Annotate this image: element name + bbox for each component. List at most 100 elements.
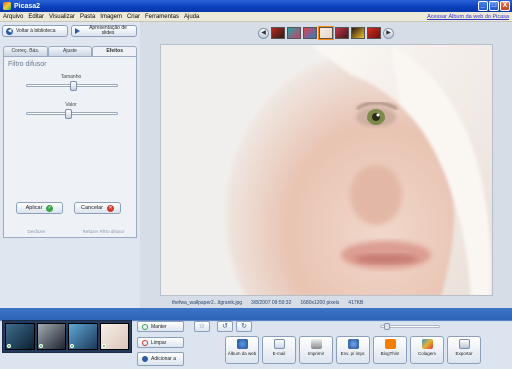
back-to-library-label: Voltar à biblioteca [16, 28, 56, 34]
envelope-icon [273, 339, 285, 349]
apply-button[interactable]: Aplicar ✓ [16, 202, 63, 214]
folder-icon [142, 356, 148, 362]
picasa-icon [3, 2, 11, 10]
amount-slider[interactable] [26, 109, 118, 119]
panel-title: Filtro difusor [8, 61, 47, 68]
close-button[interactable]: X [500, 1, 510, 11]
photo-size: 417KB [348, 300, 364, 306]
menu-editar[interactable]: Editar [28, 14, 44, 20]
web-album-label: Álbum da web [227, 351, 257, 356]
menu-pasta[interactable]: Pasta [80, 14, 95, 20]
blogthis-button[interactable]: BlogThis! [373, 336, 407, 364]
export-button[interactable]: Exportar [447, 336, 481, 364]
edit-tabs: Correç. Bás. Ajuste Efeitos [3, 46, 138, 56]
tab-basic-fixes[interactable]: Correç. Bás. [3, 46, 48, 56]
photo-dimensions: 1680x1200 pixels [300, 300, 340, 306]
zoom-slider-thumb[interactable] [384, 323, 390, 330]
filmstrip-thumb[interactable] [367, 27, 381, 39]
title-bar: Picasa2 _ □ X [0, 0, 512, 12]
add-to-label: Adicionar a [151, 356, 177, 362]
collage-icon [421, 339, 433, 349]
cancel-button[interactable]: Cancelar ✕ [74, 202, 121, 214]
order-prints-icon [347, 339, 359, 349]
rotate-left-icon[interactable]: ↺ [217, 321, 233, 332]
tray-thumb[interactable] [36, 323, 66, 350]
maximize-button[interactable]: □ [489, 1, 499, 11]
hold-button[interactable]: Manter [137, 321, 184, 332]
tab-tuning[interactable]: Ajuste [47, 46, 93, 56]
print-button[interactable]: Imprimir [299, 336, 333, 364]
edit-sidebar: ◀ Voltar à biblioteca Apresentação de sl… [0, 22, 140, 308]
photo-date: 3/8/2007 09:59:32 [251, 300, 292, 306]
right-arrow-icon[interactable]: ▶ [383, 27, 394, 39]
clear-icon [142, 339, 148, 346]
selected-dot-icon [38, 344, 43, 348]
star-icon[interactable]: ☆ [194, 321, 210, 332]
size-slider-thumb[interactable] [69, 81, 77, 91]
selected-dot-icon [101, 344, 106, 348]
menu-visualizar[interactable]: Visualizar [49, 14, 75, 20]
minimize-button[interactable]: _ [478, 1, 488, 11]
cancel-label: Cancelar [80, 205, 103, 211]
size-slider[interactable] [26, 81, 118, 91]
photo-filename: thefwa_wallpaper2...ltgranik.jpg [172, 300, 243, 306]
printer-icon [310, 339, 322, 349]
order-prints-button[interactable]: Env. p/ impr. [336, 336, 370, 364]
web-album-link[interactable]: Acessar Álbum da web do Picasa [427, 14, 509, 20]
tray-thumb[interactable] [99, 323, 129, 350]
filmstrip: ◀ ▶ [258, 26, 394, 40]
menu-imagem[interactable]: Imagem [100, 14, 122, 20]
soft-focus-panel: Filtro difusor Tamanho Valor Aplicar ✓ C… [3, 56, 137, 238]
print-label: Imprimir [307, 351, 325, 356]
globe-icon [236, 339, 248, 349]
selected-dot-icon [70, 344, 74, 348]
add-to-button[interactable]: Adicionar a [137, 352, 184, 366]
blogger-icon [384, 339, 396, 349]
menu-arquivo[interactable]: Arquivo [3, 14, 23, 20]
amount-slider-thumb[interactable] [65, 109, 73, 119]
collage-label: Colagem [417, 351, 436, 356]
collage-button[interactable]: Colagem [410, 336, 444, 364]
menu-ajuda[interactable]: Ajuda [184, 14, 199, 20]
tray-thumb[interactable] [5, 323, 35, 350]
filmstrip-thumb[interactable] [303, 27, 317, 39]
blogthis-label: BlogThis! [380, 351, 400, 356]
pin-icon [142, 323, 148, 330]
web-album-button[interactable]: Álbum da web [225, 336, 259, 364]
slideshow-button[interactable]: Apresentação de slides [71, 25, 137, 37]
window-controls: _ □ X [478, 1, 510, 11]
menu-bar: Arquivo Editar Visualizar Pasta Imagem C… [0, 12, 512, 22]
back-to-library-button[interactable]: ◀ Voltar à biblioteca [2, 25, 68, 37]
undo-button[interactable]: Desfazer [3, 227, 70, 237]
menu-ferramentas[interactable]: Ferramentas [145, 14, 179, 20]
rotate-right-icon[interactable]: ↻ [236, 321, 252, 332]
order-prints-label: Env. p/ impr. [340, 351, 366, 356]
export-icon [458, 339, 470, 349]
left-arrow-icon[interactable]: ◀ [258, 27, 269, 39]
email-label: E-mail [272, 351, 286, 356]
tray-thumbnails [2, 320, 132, 353]
window-title: Picasa2 [14, 2, 41, 10]
hold-label: Manter [151, 323, 167, 330]
filmstrip-thumb[interactable] [271, 27, 285, 39]
photo-view: ◀ ▶ thefwa_wallpaper2...ltgranik.jpg 3/8… [140, 22, 512, 308]
zoom-slider[interactable] [380, 323, 440, 330]
photo-info-bar: thefwa_wallpaper2...ltgranik.jpg 3/8/200… [172, 300, 363, 306]
export-label: Exportar [455, 351, 473, 356]
selected-dot-icon [7, 344, 11, 348]
filmstrip-thumb-selected[interactable] [318, 26, 334, 40]
tab-effects[interactable]: Efeitos [92, 46, 138, 56]
main-photo[interactable] [160, 44, 493, 296]
clear-button[interactable]: Limpar [137, 337, 184, 348]
redo-button[interactable]: Refazer Filtro difusor [70, 227, 137, 237]
filmstrip-thumb[interactable] [351, 27, 365, 39]
filmstrip-thumb[interactable] [287, 27, 301, 39]
email-button[interactable]: E-mail [262, 336, 296, 364]
menu-criar[interactable]: Criar [127, 14, 140, 20]
filmstrip-thumb[interactable] [335, 27, 349, 39]
portrait-image [161, 45, 492, 295]
tray-thumb[interactable] [68, 323, 98, 350]
slideshow-label: Apresentação de slides [89, 25, 127, 36]
close-icon: ✕ [107, 204, 114, 212]
size-slider-label: Tamanho [60, 74, 82, 80]
